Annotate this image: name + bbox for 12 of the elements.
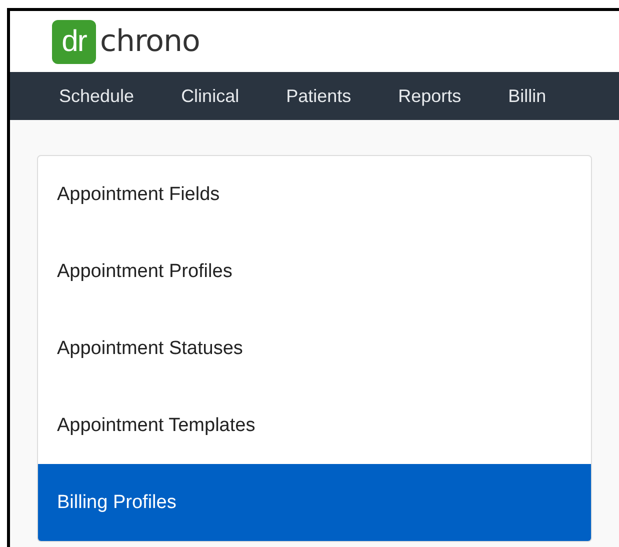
menu-item[interactable]: Appointment Statuses bbox=[38, 310, 591, 387]
menu-item[interactable]: Appointment Profiles bbox=[38, 233, 591, 310]
logo-mark: dr bbox=[52, 20, 96, 64]
menu-item[interactable]: Billing Profiles bbox=[38, 464, 591, 541]
menu-item[interactable]: Appointment Fields bbox=[38, 156, 591, 233]
nav-link[interactable]: Clinical bbox=[181, 86, 240, 106]
nav-link[interactable]: Billin bbox=[508, 86, 546, 106]
logo-wordmark: chrono bbox=[100, 24, 200, 59]
menu-item[interactable]: Appointment Templates bbox=[38, 387, 591, 464]
nav-link[interactable]: Reports bbox=[398, 86, 462, 106]
nav-link[interactable]: Schedule bbox=[59, 86, 134, 106]
nav-link[interactable]: Patients bbox=[286, 86, 352, 106]
